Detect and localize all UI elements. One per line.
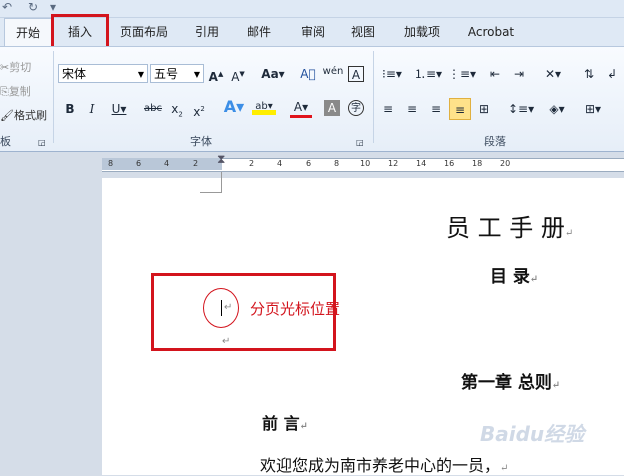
align-left-icon[interactable]: ≡ xyxy=(380,101,396,117)
body-paragraph: 欢迎您成为南市养老中心的一员，↵ xyxy=(260,456,509,475)
format-painter-button[interactable]: 🖌格式刷 xyxy=(0,107,47,123)
ruler-number: 10 xyxy=(360,159,371,168)
shading-icon[interactable]: ◈▾ xyxy=(546,101,568,117)
bullets-icon[interactable]: ⁝≡▾ xyxy=(380,66,404,82)
tab-page-layout[interactable]: 页面布局 xyxy=(112,18,176,46)
strikethrough-icon[interactable]: abc xyxy=(142,101,164,117)
subscript-icon[interactable]: x2 xyxy=(168,101,186,118)
text-cursor xyxy=(221,300,222,316)
tab-mailings[interactable]: 邮件 xyxy=(238,18,280,46)
clear-format-icon[interactable]: A⃠ xyxy=(298,66,318,82)
tab-acrobat[interactable]: Acrobat xyxy=(460,18,522,46)
tab-references[interactable]: 引用 xyxy=(186,18,228,46)
chevron-down-icon: ▼ xyxy=(193,70,200,79)
increase-indent-icon[interactable]: ⇥ xyxy=(510,66,528,82)
tab-review[interactable]: 审阅 xyxy=(292,18,334,46)
tab-home[interactable]: 开始 xyxy=(4,18,52,47)
scissors-icon: ✂ xyxy=(0,61,10,74)
font-color-icon[interactable]: A▾ xyxy=(290,99,312,118)
show-marks-icon[interactable]: ↲ xyxy=(604,66,620,82)
ruler-number: 14 xyxy=(416,159,427,168)
bold-icon[interactable]: B xyxy=(62,101,78,117)
text-effects-icon[interactable]: A▾ xyxy=(222,99,246,115)
borders-icon[interactable]: ⊞▾ xyxy=(582,101,604,117)
tab-view[interactable]: 视图 xyxy=(342,18,384,46)
phonetic-guide-icon[interactable]: wén xyxy=(322,64,344,80)
copy-button[interactable]: ⎘复制 xyxy=(0,83,31,99)
font-size-select[interactable]: 五号 ▼ xyxy=(150,64,204,83)
enclose-char-icon[interactable]: 字 xyxy=(348,100,364,116)
char-border-icon[interactable]: A xyxy=(348,66,364,82)
highlight-color-icon[interactable]: ab▾ xyxy=(252,99,276,115)
char-shading-icon[interactable]: A xyxy=(324,100,340,116)
toc-heading: 目 录↵ xyxy=(490,267,539,287)
ruler-number: 4 xyxy=(277,159,283,168)
ruler-margin xyxy=(102,158,222,170)
paragraph-mark: ↵ xyxy=(224,302,233,313)
brush-icon: 🖌 xyxy=(0,109,14,122)
font-group-label: 字体 xyxy=(190,135,212,148)
ruler-number: 6 xyxy=(306,159,312,168)
ruler-number: 12 xyxy=(388,159,399,168)
ruler-number: 4 xyxy=(164,159,170,168)
watermark: Baidu经验 xyxy=(480,422,585,446)
margin-corner-mark xyxy=(200,192,222,193)
margin-corner-mark xyxy=(221,172,222,192)
font-name-select[interactable]: 宋体 ▼ xyxy=(58,64,148,83)
ruler-number: 8 xyxy=(108,159,114,168)
redo-icon[interactable]: ↻ xyxy=(28,0,38,14)
clipboard-group-label-fragment: 板 xyxy=(0,135,11,148)
separator xyxy=(373,51,374,143)
align-right-icon[interactable]: ≡ xyxy=(428,101,444,117)
grow-font-icon[interactable]: A▲ xyxy=(208,66,224,84)
numbering-icon[interactable]: ⒈≡▾ xyxy=(414,66,442,82)
line-spacing-icon[interactable]: ↕≡▾ xyxy=(508,101,534,117)
justify-icon[interactable]: ≡ xyxy=(449,98,471,120)
undo-icon[interactable]: ↶ xyxy=(2,0,12,14)
separator xyxy=(53,51,54,143)
superscript-icon[interactable]: x2 xyxy=(190,101,208,119)
italic-icon[interactable]: I xyxy=(84,101,100,117)
dialog-launcher-icon[interactable]: ◲ xyxy=(356,135,364,151)
align-center-icon[interactable]: ≡ xyxy=(404,101,420,117)
decrease-indent-icon[interactable]: ⇤ xyxy=(486,66,504,82)
chinese-layout-icon[interactable]: ✕▾ xyxy=(540,66,566,82)
tab-add-ins[interactable]: 加载项 xyxy=(396,18,448,46)
ruler-number: 8 xyxy=(334,159,340,168)
paragraph-mark: ↵ xyxy=(222,336,231,347)
document-title: 员 工 手 册↵ xyxy=(446,214,574,242)
multilevel-list-icon[interactable]: ⋮≡▾ xyxy=(448,66,476,82)
change-case-icon[interactable]: Aa▾ xyxy=(260,66,286,82)
chapter-heading: 第一章 总则↵ xyxy=(461,373,561,393)
sort-icon[interactable]: ⇅ xyxy=(580,66,598,82)
distributed-icon[interactable]: ⊞ xyxy=(476,101,492,117)
chevron-down-icon: ▼ xyxy=(137,70,144,79)
copy-icon: ⎘ xyxy=(0,85,9,98)
ruler-number: 20 xyxy=(500,159,511,168)
ruler-number: 6 xyxy=(136,159,142,168)
annotation-label: 分页光标位置 xyxy=(250,300,341,318)
ruler-number: 16 xyxy=(444,159,455,168)
dialog-launcher-icon[interactable]: ◲ xyxy=(38,135,46,151)
ruler-number: 2 xyxy=(249,159,255,168)
customize-qat-icon[interactable]: ▾ xyxy=(50,0,56,14)
shrink-font-icon[interactable]: A▼ xyxy=(230,66,246,84)
underline-icon[interactable]: U▾ xyxy=(108,101,130,117)
preface-heading: 前 言↵ xyxy=(262,414,308,433)
indent-marker-icon[interactable]: ⧗ xyxy=(217,152,225,167)
cut-button[interactable]: ✂剪切 xyxy=(0,59,31,75)
ruler-number: 18 xyxy=(472,159,483,168)
ruler-number: 2 xyxy=(193,159,199,168)
paragraph-group-label: 段落 xyxy=(484,135,506,148)
ribbon: ✂剪切 ⎘复制 🖌格式刷 板 ◲ 宋体 ▼ 五号 ▼ A▲ A▼ Aa▾ A⃠ wé… xyxy=(0,46,624,152)
